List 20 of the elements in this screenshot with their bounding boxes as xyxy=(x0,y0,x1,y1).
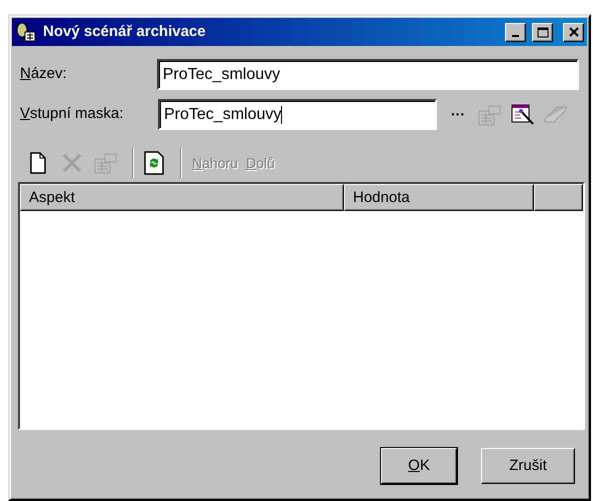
column-header[interactable]: Hodnota xyxy=(344,184,534,211)
maximize-button[interactable] xyxy=(532,22,553,42)
minimize-button[interactable] xyxy=(505,22,526,42)
mask-field[interactable]: ProTec_smlouvy xyxy=(158,99,437,130)
browse-button[interactable]: ··· xyxy=(447,104,469,125)
archive-icon xyxy=(15,22,37,42)
column-header[interactable]: Aspekt xyxy=(20,184,344,211)
field-label: Název: xyxy=(20,64,68,84)
ok-button[interactable]: OK xyxy=(381,448,457,484)
minimize-icon xyxy=(512,34,519,36)
maximize-icon xyxy=(536,26,548,38)
name-field[interactable]: ProTec_smlouvy xyxy=(156,59,579,90)
cancel-button[interactable]: Zrušit xyxy=(481,448,575,484)
close-button[interactable] xyxy=(563,22,584,42)
window-title: Nový scénář archivace xyxy=(43,22,207,42)
field-label: Vstupní maska: xyxy=(20,104,124,124)
close-icon xyxy=(568,27,578,37)
aspect-list[interactable]: Aspekt Hodnota xyxy=(18,182,585,430)
wizard-icon[interactable] xyxy=(511,102,535,128)
column-header[interactable] xyxy=(534,184,583,211)
